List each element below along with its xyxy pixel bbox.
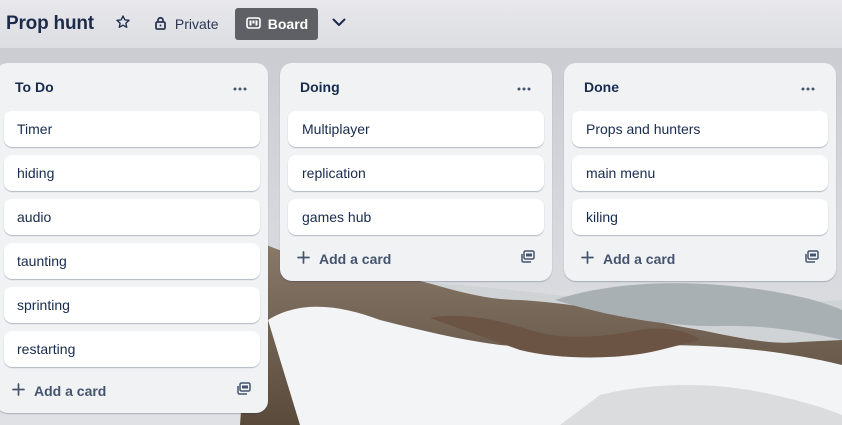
list-header: To Do <box>0 63 268 111</box>
card-template-icon <box>521 250 535 268</box>
add-card-button[interactable]: Add a card <box>12 383 106 399</box>
board-title[interactable]: Prop hunt <box>6 13 94 35</box>
more-horizontal-icon <box>232 78 248 96</box>
card[interactable]: main menu <box>572 155 828 191</box>
board-header: Prop hunt Private Board <box>0 0 842 48</box>
list-header: Doing <box>280 63 552 111</box>
card-list: Props and hunters main menu kiling <box>564 111 836 235</box>
add-card-button[interactable]: Add a card <box>297 251 391 267</box>
card[interactable]: Multiplayer <box>288 111 544 147</box>
plus-icon <box>12 383 25 399</box>
card[interactable]: taunting <box>4 243 260 279</box>
card-template-icon <box>237 382 251 400</box>
visibility-label: Private <box>174 16 219 32</box>
create-from-template-button[interactable] <box>232 379 256 403</box>
add-card-label: Add a card <box>34 383 107 399</box>
card-template-icon <box>805 250 819 268</box>
list-doing: Doing Multiplayer replication games hub … <box>280 63 552 281</box>
more-horizontal-icon <box>516 78 532 96</box>
card[interactable]: Timer <box>4 111 260 147</box>
card-list: Multiplayer replication games hub <box>280 111 552 235</box>
card[interactable]: hiding <box>4 155 260 191</box>
view-switcher-button[interactable] <box>328 13 350 35</box>
list-header: Done <box>564 63 836 111</box>
board-view-button[interactable]: Board <box>235 8 319 40</box>
board-view-label: Board <box>267 16 309 32</box>
list-menu-button[interactable] <box>228 75 252 99</box>
visibility-button[interactable]: Private <box>150 9 223 39</box>
plus-icon <box>581 251 594 267</box>
card[interactable]: games hub <box>288 199 544 235</box>
card[interactable]: Props and hunters <box>572 111 828 147</box>
card[interactable]: kiling <box>572 199 828 235</box>
star-button[interactable] <box>112 13 134 35</box>
more-horizontal-icon <box>800 78 816 96</box>
card[interactable]: sprinting <box>4 287 260 323</box>
card[interactable]: audio <box>4 199 260 235</box>
card-list: Timer hiding audio taunting sprinting re… <box>0 111 268 367</box>
lock-icon <box>154 16 167 33</box>
list-done: Done Props and hunters main menu kiling … <box>564 63 836 281</box>
list-menu-button[interactable] <box>796 75 820 99</box>
add-card-button[interactable]: Add a card <box>581 251 675 267</box>
chevron-down-icon <box>331 14 347 35</box>
list-menu-button[interactable] <box>512 75 536 99</box>
list-footer: Add a card <box>0 373 268 413</box>
list-title[interactable]: Doing <box>296 79 340 95</box>
create-from-template-button[interactable] <box>516 247 540 271</box>
card[interactable]: restarting <box>4 331 260 367</box>
list-to-do: To Do Timer hiding audio taunting sprint… <box>0 63 268 413</box>
add-card-label: Add a card <box>319 251 392 267</box>
create-from-template-button[interactable] <box>800 247 824 271</box>
list-footer: Add a card <box>564 241 836 281</box>
list-footer: Add a card <box>280 241 552 281</box>
card[interactable]: replication <box>288 155 544 191</box>
list-title[interactable]: Done <box>580 79 619 95</box>
board-icon <box>245 16 261 32</box>
list-title[interactable]: To Do <box>12 79 54 95</box>
star-icon <box>115 14 131 35</box>
plus-icon <box>297 251 310 267</box>
add-card-label: Add a card <box>603 251 676 267</box>
